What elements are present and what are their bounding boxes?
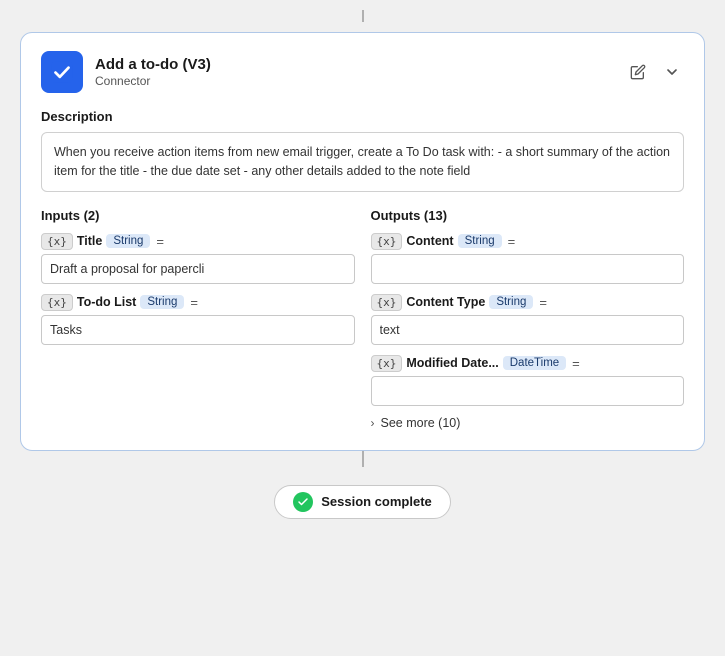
connector-card: Add a to-do (V3) Connector Description W… [20, 32, 705, 451]
edit-button[interactable] [626, 60, 650, 84]
input-badge-var-todolist: {x} [41, 294, 73, 311]
card-subtitle: Connector [95, 74, 211, 88]
see-more-chevron-icon: › [371, 416, 375, 430]
input-type-todolist: String [140, 295, 184, 309]
output-field-modifieddate[interactable] [371, 376, 685, 406]
input-label-title: Title [77, 234, 102, 248]
outputs-header: Outputs (13) [371, 208, 685, 223]
app-icon [41, 51, 83, 93]
io-row: Inputs (2) {x} Title String = {x} To-do … [41, 208, 684, 430]
input-eq-todolist: = [190, 295, 198, 310]
output-type-modifieddate: DateTime [503, 356, 566, 370]
output-field-contenttype[interactable] [371, 315, 685, 345]
description-box: When you receive action items from new e… [41, 132, 684, 192]
input-item-title: {x} Title String = [41, 233, 355, 284]
input-type-title: String [106, 234, 150, 248]
outputs-col: Outputs (13) {x} Content String = {x} Co… [371, 208, 685, 430]
description-label: Description [41, 109, 684, 124]
output-badge-var-modifieddate: {x} [371, 355, 403, 372]
input-badge-row-title: {x} Title String = [41, 233, 355, 250]
edit-icon [630, 64, 646, 80]
input-eq-title: = [156, 234, 164, 249]
card-title-block: Add a to-do (V3) Connector [95, 56, 211, 88]
output-badge-row-contenttype: {x} Content Type String = [371, 294, 685, 311]
see-more-button[interactable]: › See more (10) [371, 416, 685, 430]
output-badge-row-modifieddate: {x} Modified Date... DateTime = [371, 355, 685, 372]
output-label-content: Content [406, 234, 453, 248]
output-eq-content: = [508, 234, 516, 249]
output-item-modifieddate: {x} Modified Date... DateTime = [371, 355, 685, 406]
output-eq-modifieddate: = [572, 356, 580, 371]
output-badge-var-content: {x} [371, 233, 403, 250]
output-type-contenttype: String [489, 295, 533, 309]
input-field-todolist[interactable] [41, 315, 355, 345]
expand-button[interactable] [660, 60, 684, 84]
bottom-connector-line [362, 451, 364, 467]
session-text: Session complete [321, 494, 432, 509]
output-badge-row-content: {x} Content String = [371, 233, 685, 250]
output-type-content: String [458, 234, 502, 248]
output-item-content: {x} Content String = [371, 233, 685, 284]
input-field-title[interactable] [41, 254, 355, 284]
output-badge-var-contenttype: {x} [371, 294, 403, 311]
top-connector-line [362, 10, 364, 22]
input-badge-row-todolist: {x} To-do List String = [41, 294, 355, 311]
session-complete-badge: Session complete [274, 485, 451, 519]
see-more-text: See more (10) [381, 416, 461, 430]
session-check-icon [293, 492, 313, 512]
checkmark-icon [49, 59, 75, 85]
inputs-header: Inputs (2) [41, 208, 355, 223]
check-icon [297, 496, 309, 508]
input-label-todolist: To-do List [77, 295, 136, 309]
output-label-modifieddate: Modified Date... [406, 356, 498, 370]
input-badge-var-title: {x} [41, 233, 73, 250]
output-field-content[interactable] [371, 254, 685, 284]
inputs-col: Inputs (2) {x} Title String = {x} To-do … [41, 208, 355, 430]
card-header-left: Add a to-do (V3) Connector [41, 51, 211, 93]
card-header: Add a to-do (V3) Connector [41, 51, 684, 93]
output-label-contenttype: Content Type [406, 295, 485, 309]
card-title: Add a to-do (V3) [95, 56, 211, 73]
header-actions [626, 60, 684, 84]
output-item-contenttype: {x} Content Type String = [371, 294, 685, 345]
output-eq-contenttype: = [539, 295, 547, 310]
chevron-down-icon [664, 64, 680, 80]
input-item-todolist: {x} To-do List String = [41, 294, 355, 345]
